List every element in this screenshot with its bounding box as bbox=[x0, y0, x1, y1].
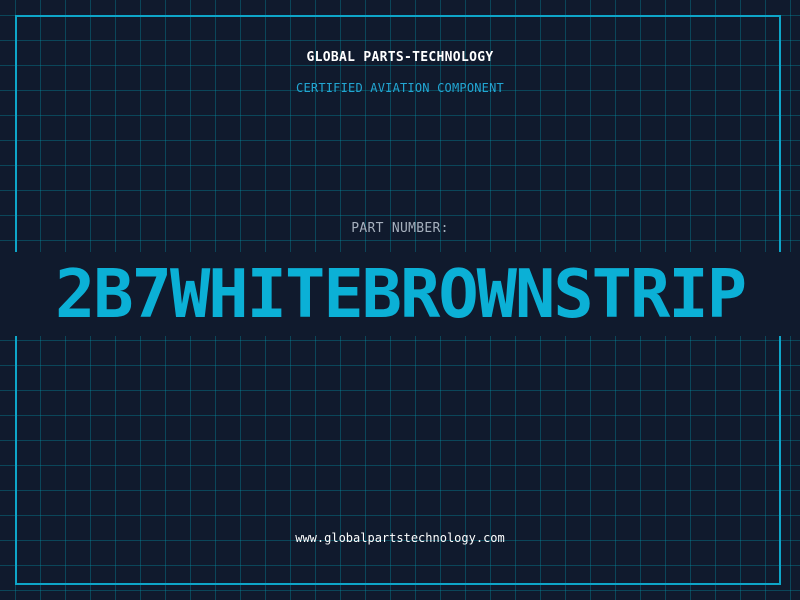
certification-subtitle: CERTIFIED AVIATION COMPONENT bbox=[296, 81, 504, 95]
company-name: GLOBAL PARTS-TECHNOLOGY bbox=[306, 50, 494, 65]
part-number-value: 2B7WHITEBROWNSTRIP bbox=[54, 255, 747, 333]
website-url: www.globalpartstechnology.com bbox=[295, 531, 505, 545]
part-number-label: PART NUMBER: bbox=[351, 221, 449, 236]
